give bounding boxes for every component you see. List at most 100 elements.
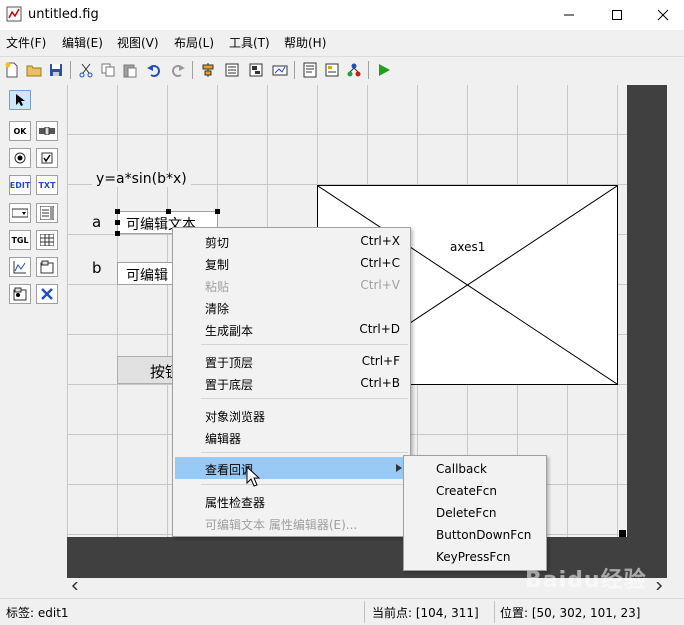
menu-file[interactable]: 文件(F) xyxy=(6,34,46,51)
statictext-tool[interactable]: TXT xyxy=(36,175,58,195)
menu-item-clear[interactable]: 清除 xyxy=(173,296,410,318)
label-b[interactable]: b xyxy=(92,259,102,277)
menu-layout[interactable]: 布局(L) xyxy=(174,34,214,51)
menu-view[interactable]: 视图(V) xyxy=(117,34,159,51)
close-icon xyxy=(657,9,669,21)
cut-button[interactable] xyxy=(76,60,96,80)
submenu-item-callback[interactable]: Callback xyxy=(404,458,546,480)
object-browser-icon xyxy=(347,63,361,77)
copy-button[interactable] xyxy=(98,60,118,80)
resize-handle[interactable] xyxy=(619,530,626,537)
static-text-formula[interactable]: y=a*sin(b*x) xyxy=(92,171,191,187)
status-divider xyxy=(494,601,495,623)
selection-handle[interactable] xyxy=(166,209,171,214)
activex-icon xyxy=(41,288,53,300)
callbacks-submenu: Callback CreateFcn DeleteFcn ButtonDownF… xyxy=(403,455,547,571)
align-icon xyxy=(202,63,214,77)
minimize-icon xyxy=(564,14,574,16)
submenu-item-deletefcn[interactable]: DeleteFcn xyxy=(404,502,546,524)
save-icon xyxy=(50,64,62,76)
popupmenu-tool[interactable] xyxy=(9,203,31,223)
selection-handle[interactable] xyxy=(115,220,120,225)
toolbar-separator xyxy=(368,61,369,79)
checkbox-tool[interactable] xyxy=(36,148,58,168)
menu-item-bring-to-front[interactable]: 置于顶层 Ctrl+F xyxy=(173,350,410,372)
panel-icon xyxy=(40,260,54,274)
layout-margin-right xyxy=(627,85,667,537)
menu-editor-icon xyxy=(225,63,239,77)
menu-item-duplicate[interactable]: 生成副本 Ctrl+D xyxy=(173,318,410,340)
label-a[interactable]: a xyxy=(92,213,101,231)
run-figure-button[interactable] xyxy=(374,60,394,80)
activex-tool[interactable] xyxy=(36,284,58,304)
togglebutton-tool[interactable]: TGL xyxy=(9,230,31,250)
menu-item-copy[interactable]: 复制 Ctrl+C xyxy=(173,252,410,274)
close-button[interactable] xyxy=(640,0,684,30)
scroll-right-icon[interactable] xyxy=(655,582,663,590)
edit-text-b-value: 可编辑 xyxy=(126,268,168,284)
menu-item-editor[interactable]: 编辑器 xyxy=(173,426,410,448)
menu-item-send-to-back[interactable]: 置于底层 Ctrl+B xyxy=(173,372,410,394)
baidu-watermark: Baidu经验 xyxy=(525,568,647,593)
menu-separator xyxy=(201,484,408,485)
menu-edit[interactable]: 编辑(E) xyxy=(62,34,103,51)
editor-icon xyxy=(303,62,317,78)
property-inspector-icon xyxy=(325,63,339,77)
radiobutton-tool[interactable] xyxy=(9,148,31,168)
minimize-button[interactable] xyxy=(546,0,592,30)
buttongroup-tool[interactable] xyxy=(9,284,31,304)
menu-item-cut[interactable]: 剪切 Ctrl+X xyxy=(173,230,410,252)
toolbar-editor-icon xyxy=(272,65,288,76)
edittext-tool[interactable]: EDIT xyxy=(9,175,31,195)
menu-item-object-browser[interactable]: 对象浏览器 xyxy=(173,404,410,426)
status-tag: 标签: edit1 xyxy=(6,606,69,620)
panel-tool[interactable] xyxy=(36,257,58,277)
folder-open-icon xyxy=(26,65,42,77)
maximize-icon xyxy=(612,10,622,20)
toggle-button-icon: TGL xyxy=(11,235,29,245)
redo-button[interactable] xyxy=(168,60,188,80)
menu-tools[interactable]: 工具(T) xyxy=(229,34,270,51)
menu-editor-button[interactable] xyxy=(222,60,242,80)
status-position: 位置: [50, 302, 101, 23] xyxy=(500,606,641,620)
axes-tool[interactable] xyxy=(9,257,31,277)
title-bar: untitled.fig xyxy=(0,0,684,30)
radio-icon xyxy=(14,152,26,164)
new-file-icon xyxy=(5,62,18,78)
table-icon xyxy=(40,234,54,246)
checkbox-icon xyxy=(41,152,53,164)
tab-order-editor-button[interactable] xyxy=(246,60,266,80)
table-tool[interactable] xyxy=(36,230,58,250)
status-bar: 标签: edit1 当前点: [104, 311] 位置: [50, 302, … xyxy=(0,598,684,625)
listbox-icon xyxy=(40,206,54,220)
align-objects-button[interactable] xyxy=(198,60,218,80)
object-browser-button[interactable] xyxy=(344,60,364,80)
maximize-button[interactable] xyxy=(594,0,640,30)
undo-button[interactable] xyxy=(144,60,164,80)
paste-button[interactable] xyxy=(120,60,140,80)
paste-icon xyxy=(123,64,137,78)
mfile-editor-button[interactable] xyxy=(300,60,320,80)
slider-tool[interactable] xyxy=(36,121,58,141)
window-title: untitled.fig xyxy=(28,7,99,22)
static-text-icon: TXT xyxy=(38,180,56,190)
selection-handle[interactable] xyxy=(215,209,220,214)
save-button[interactable] xyxy=(46,60,66,80)
scroll-left-icon[interactable] xyxy=(71,582,79,590)
toolbar-separator xyxy=(70,61,71,79)
submenu-item-createfcn[interactable]: CreateFcn xyxy=(404,480,546,502)
new-file-button[interactable] xyxy=(2,60,22,80)
property-inspector-button[interactable] xyxy=(322,60,342,80)
toolbar-editor-button[interactable] xyxy=(270,60,290,80)
selection-handle[interactable] xyxy=(115,209,120,214)
submenu-item-buttondownfcn[interactable]: ButtonDownFcn xyxy=(404,524,546,546)
arrow-pointer-icon xyxy=(16,94,25,106)
pushbutton-tool[interactable]: OK xyxy=(9,121,31,141)
listbox-tool[interactable] xyxy=(36,203,58,223)
menu-item-view-callbacks[interactable]: 查看回调 xyxy=(175,457,408,479)
menu-item-property-inspector[interactable]: 属性检查器 xyxy=(173,490,410,512)
menu-help[interactable]: 帮助(H) xyxy=(284,34,326,51)
open-button[interactable] xyxy=(24,60,44,80)
select-tool[interactable] xyxy=(9,90,31,110)
selection-handle[interactable] xyxy=(115,231,120,236)
